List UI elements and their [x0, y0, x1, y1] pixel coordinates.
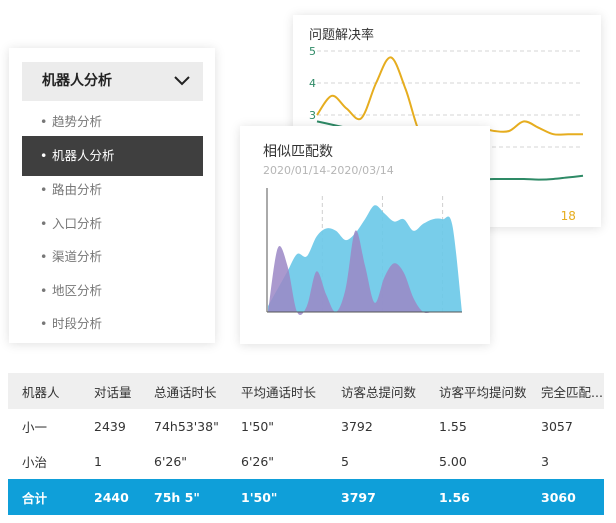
bullet-icon: • [40, 148, 48, 163]
menu-item-route[interactable]: • 路由分析 [22, 173, 203, 206]
table-header-row: 机器人 对话量 总通话时长 平均通话时长 访客总提问数 访客平均提问数 完全匹配… [8, 373, 604, 409]
table-cell: 1 [94, 454, 102, 469]
menu-item-robot[interactable]: • 机器人分析 [22, 136, 203, 176]
bullet-icon: • [40, 114, 48, 129]
table-cell: 1'50" [241, 419, 275, 434]
menu-item-label: 地区分析 [52, 283, 103, 298]
robot-stats-table: 机器人 对话量 总通话时长 平均通话时长 访客总提问数 访客平均提问数 完全匹配… [8, 373, 604, 516]
menu-item-label: 机器人分析 [52, 148, 115, 163]
menu-item-label: 渠道分析 [52, 249, 103, 264]
menu-item-label: 趋势分析 [52, 114, 103, 129]
table-cell: 74h53'38" [154, 419, 219, 434]
table-cell: 5.00 [439, 454, 467, 469]
menu-header[interactable]: 机器人分析 [22, 62, 203, 101]
y-tick-label: 4 [309, 77, 316, 90]
table-cell: 6'26" [241, 454, 275, 469]
bullet-icon: • [40, 316, 48, 331]
bullet-icon: • [40, 216, 48, 231]
table-cell: 5 [341, 454, 349, 469]
total-cell: 3797 [341, 479, 439, 515]
column-header[interactable]: 对话量 [94, 373, 154, 409]
column-header[interactable]: 访客总提问数 [341, 373, 439, 409]
menu-item-label: 入口分析 [52, 216, 103, 231]
total-cell: 3060 [541, 479, 604, 515]
menu-item-period[interactable]: • 时段分析 [22, 307, 203, 340]
bullet-icon: • [40, 283, 48, 298]
x-tick-label: 18 [561, 209, 576, 223]
table-cell: 1.55 [439, 419, 467, 434]
table-cell: 小治 [22, 455, 48, 470]
menu-item-region[interactable]: • 地区分析 [22, 274, 203, 307]
table-cell: 3792 [341, 419, 373, 434]
bullet-icon: • [40, 182, 48, 197]
similar-match-card: 相似匹配数 2020/01/14-2020/03/14 [240, 126, 490, 344]
total-cell: 1.56 [439, 479, 541, 515]
bullet-icon: • [40, 249, 48, 264]
column-header[interactable]: 完全匹配... [541, 373, 604, 409]
total-cell: 合计 [8, 479, 94, 515]
table-cell: 3 [541, 454, 549, 469]
y-tick-label: 5 [309, 45, 316, 58]
y-tick-label: 3 [309, 109, 316, 122]
total-row[interactable]: 合计 2440 75h 5" 1'50" 3797 1.56 3060 [8, 479, 604, 515]
column-header[interactable]: 机器人 [8, 373, 94, 409]
analysis-menu-card: 机器人分析 • 趋势分析 • 机器人分析 • 路由分析 • 入口分析 • 渠道分析 • 地区… [9, 48, 215, 343]
table-row[interactable]: 小治 1 6'26" 6'26" 5 5.00 3 [8, 444, 604, 479]
table-cell: 6'26" [154, 454, 188, 469]
table-cell: 小一 [22, 420, 48, 435]
chevron-down-icon [174, 76, 190, 86]
column-header[interactable]: 访客平均提问数 [439, 373, 541, 409]
total-cell: 2440 [94, 479, 154, 515]
total-cell: 75h 5" [154, 479, 241, 515]
menu-item-channel[interactable]: • 渠道分析 [22, 240, 203, 273]
menu-item-label: 时段分析 [52, 316, 103, 331]
table-cell: 3057 [541, 419, 573, 434]
match-area-chart [266, 188, 462, 316]
menu-item-trend[interactable]: • 趋势分析 [22, 105, 203, 138]
menu-item-label: 路由分析 [52, 182, 103, 197]
menu-title: 机器人分析 [42, 73, 112, 89]
menu-item-entry[interactable]: • 入口分析 [22, 207, 203, 240]
column-header[interactable]: 总通话时长 [154, 373, 241, 409]
table-row[interactable]: 小一 2439 74h53'38" 1'50" 3792 1.55 3057 [8, 409, 604, 444]
table-cell: 2439 [94, 419, 126, 434]
total-cell: 1'50" [241, 479, 341, 515]
column-header[interactable]: 平均通话时长 [241, 373, 341, 409]
